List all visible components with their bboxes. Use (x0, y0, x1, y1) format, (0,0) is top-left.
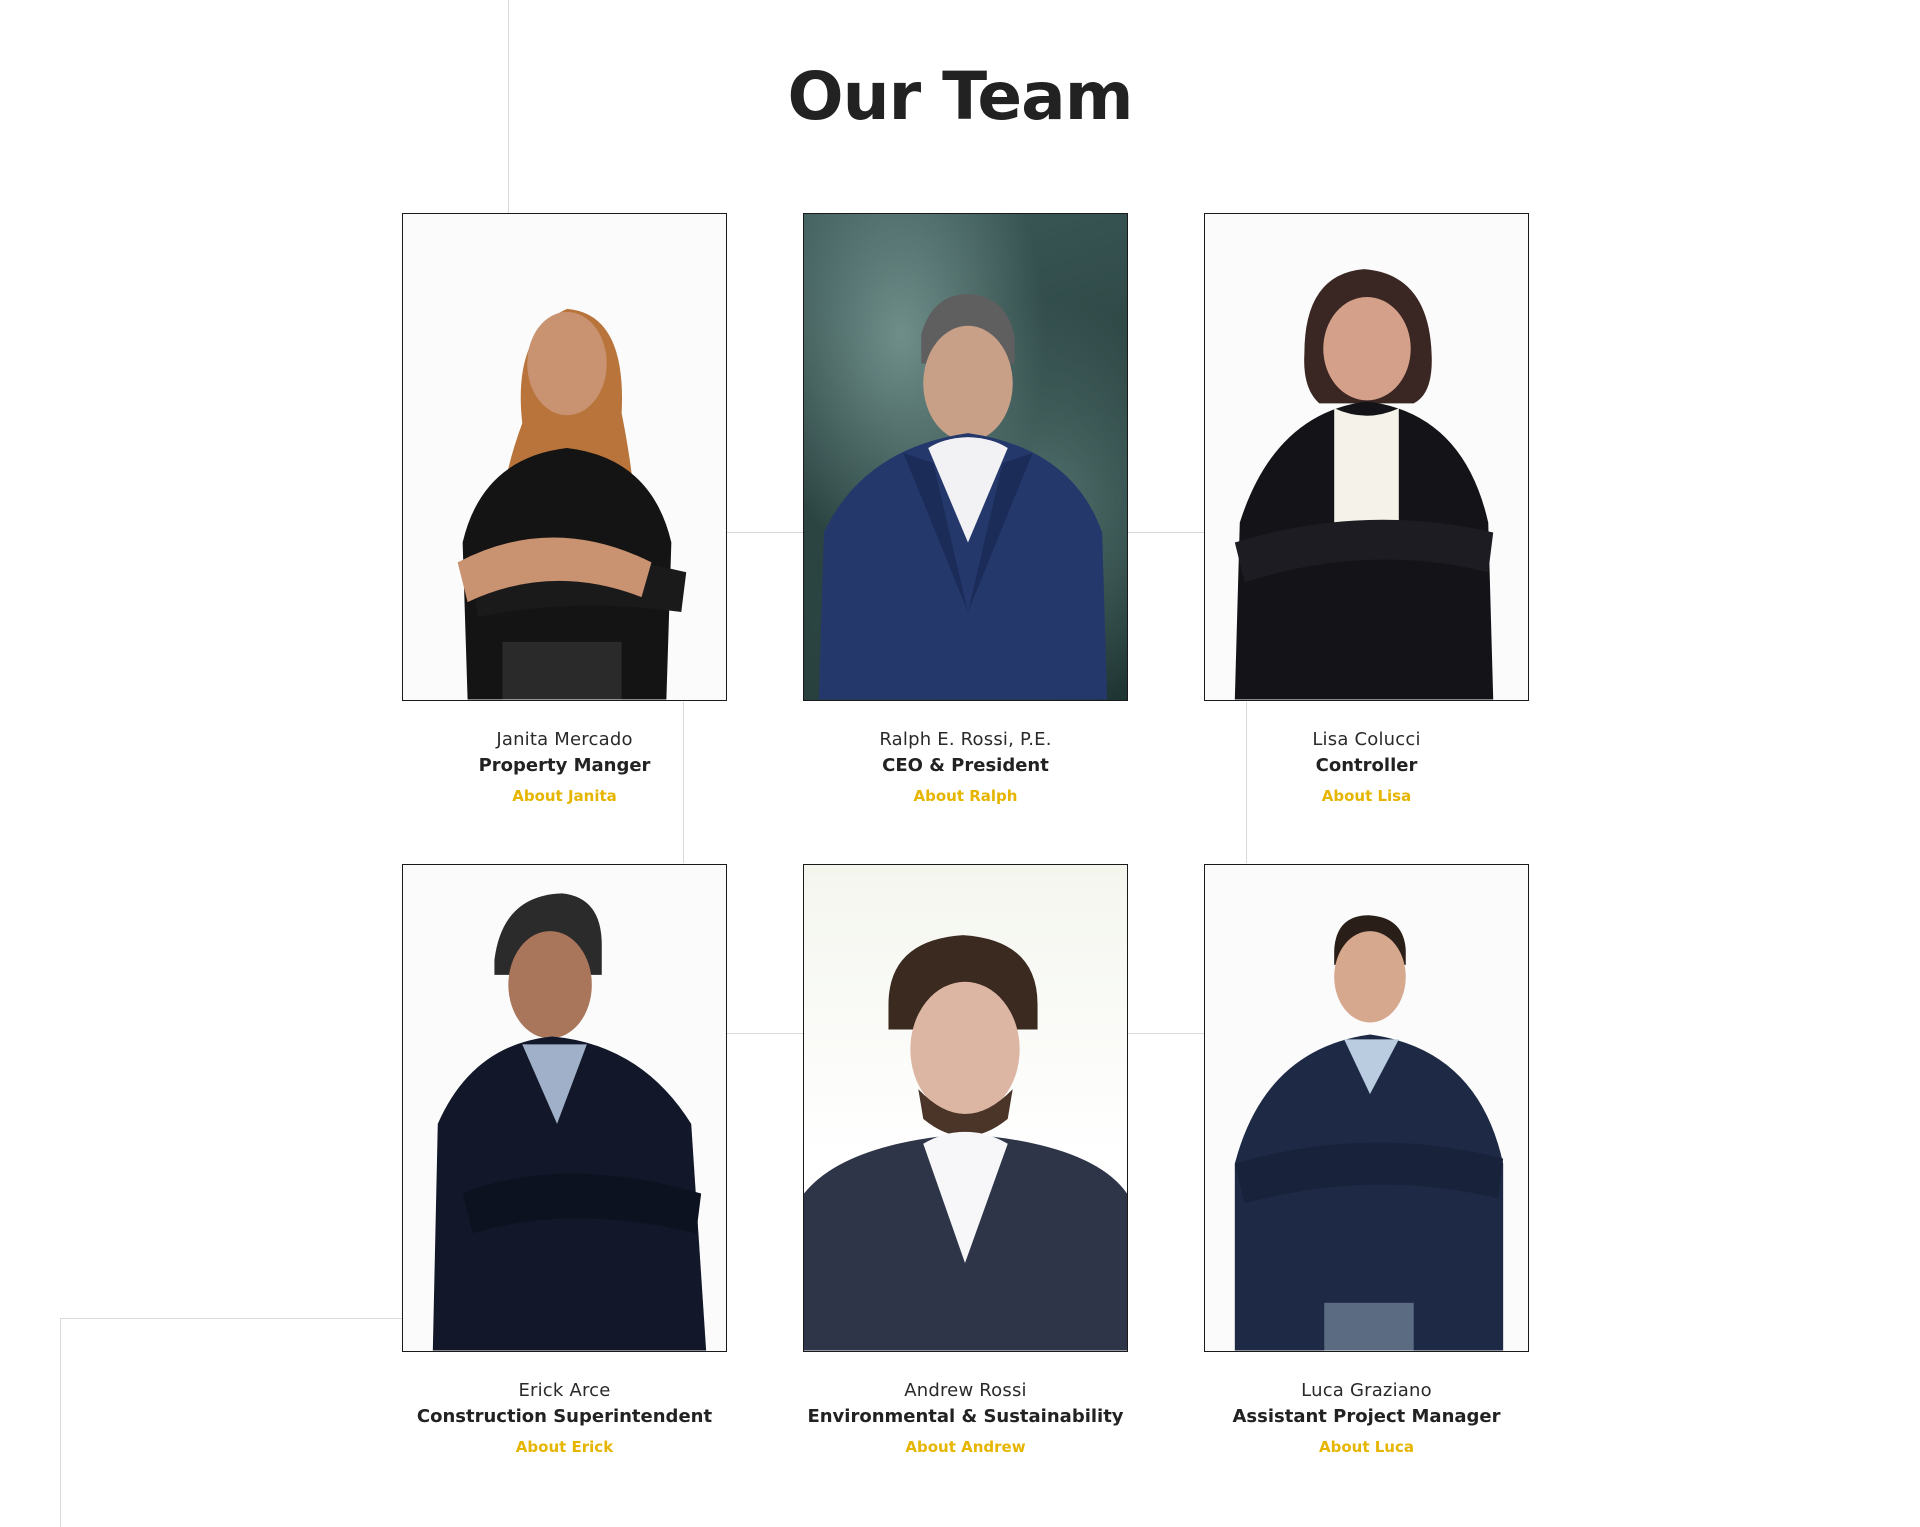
member-role: Property Manger (478, 755, 651, 776)
decor-line (1128, 532, 1204, 533)
portrait-photo[interactable] (1204, 213, 1529, 701)
team-card: Erick Arce Construction Superintendent A… (402, 864, 727, 1458)
team-card: Lisa Colucci Controller About Lisa (1204, 213, 1529, 807)
about-link[interactable]: About Erick (516, 1436, 613, 1458)
about-link[interactable]: About Ralph (914, 785, 1018, 807)
person-silhouette-icon (804, 935, 1127, 1351)
person-silhouette-icon (457, 308, 687, 700)
person-silhouette-icon (818, 294, 1108, 700)
member-name: Andrew Rossi (904, 1380, 1027, 1401)
person-silhouette-icon (1234, 915, 1504, 1351)
member-role: Environmental & Sustainability (807, 1406, 1124, 1427)
team-card: Ralph E. Rossi, P.E. CEO & President Abo… (803, 213, 1128, 807)
team-card: Andrew Rossi Environmental & Sustainabil… (803, 864, 1128, 1458)
portrait-photo[interactable] (803, 864, 1128, 1352)
decor-line (60, 1318, 403, 1319)
portrait-photo[interactable] (402, 213, 727, 701)
member-name: Ralph E. Rossi, P.E. (879, 729, 1052, 750)
about-link[interactable]: About Andrew (905, 1436, 1025, 1458)
about-link[interactable]: About Janita (512, 785, 617, 807)
member-name: Janita Mercado (496, 729, 633, 750)
decor-line (1128, 1033, 1204, 1034)
portrait-photo[interactable] (402, 864, 727, 1352)
member-name: Luca Graziano (1301, 1380, 1432, 1401)
member-role: Assistant Project Manager (1232, 1406, 1501, 1427)
member-name: Erick Arce (518, 1380, 611, 1401)
about-link[interactable]: About Luca (1319, 1436, 1414, 1458)
team-card: Luca Graziano Assistant Project Manager … (1204, 864, 1529, 1458)
member-role: Controller (1315, 755, 1418, 776)
portrait-photo[interactable] (803, 213, 1128, 701)
section-title: Our Team (787, 58, 1134, 135)
decor-line (727, 532, 803, 533)
member-role: Construction Superintendent (416, 1406, 713, 1427)
decor-line (60, 1318, 61, 1527)
person-silhouette-icon (1234, 269, 1494, 700)
portrait-photo[interactable] (1204, 864, 1529, 1352)
member-name: Lisa Colucci (1312, 729, 1421, 750)
decor-line (727, 1033, 803, 1034)
about-link[interactable]: About Lisa (1322, 785, 1411, 807)
member-role: CEO & President (882, 755, 1049, 776)
person-silhouette-icon (432, 893, 707, 1351)
team-card: Janita Mercado Property Manger About Jan… (402, 213, 727, 807)
